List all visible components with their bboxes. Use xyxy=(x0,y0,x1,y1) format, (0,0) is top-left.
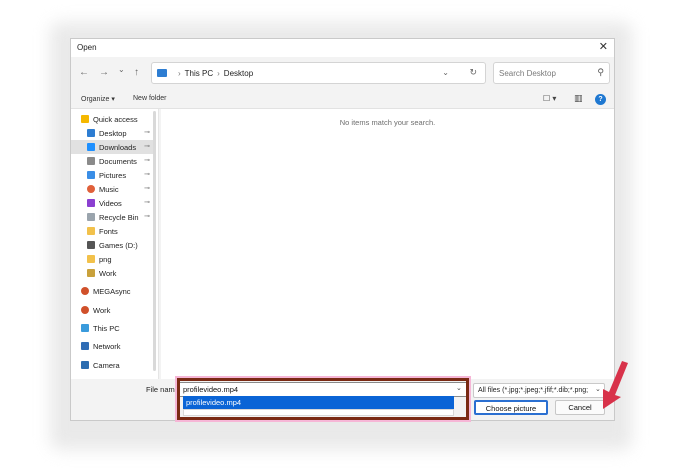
search-input[interactable]: Search Desktop xyxy=(499,69,556,78)
pin-icon: ⊸ xyxy=(144,185,150,192)
pin-icon: ⊸ xyxy=(144,199,150,206)
pin-icon: ⊸ xyxy=(144,213,150,220)
navigation-row: ← → ⌄ ↑ › This PC › Desktop ⌄ ↻ Search Desk… xyxy=(71,59,614,89)
back-arrow-icon[interactable]: ← xyxy=(79,67,89,78)
navigation-scrollbar[interactable] xyxy=(153,111,156,371)
pin-icon: ⊸ xyxy=(144,143,150,150)
sidebar-item-label: This PC xyxy=(93,324,120,333)
file-type-select[interactable]: All files (*.jpg;*.jpeg;*.jfif;*.dib;*.p… xyxy=(473,383,605,398)
breadcrumb-separator: › xyxy=(217,69,220,78)
folder-icon xyxy=(87,255,95,263)
folder-icon xyxy=(87,227,95,235)
sidebar-item-label: Pictures xyxy=(99,171,127,180)
open-file-dialog: Open ✕ ← → ⌄ ↑ › This PC › Desktop ⌄ ↻ Sear… xyxy=(70,38,628,422)
address-bar[interactable]: › This PC › Desktop ⌄ ↻ xyxy=(151,62,486,84)
organize-menu[interactable]: Organize ▾ xyxy=(81,95,115,103)
sidebar-item[interactable]: Recycle Bin ⊸ xyxy=(71,210,153,224)
highlight-box xyxy=(177,378,469,420)
sidebar-item[interactable]: Videos ⊸ xyxy=(71,196,153,210)
preview-pane-icon[interactable]: ▥ xyxy=(574,93,583,104)
user-folder-icon xyxy=(81,306,89,314)
sidebar-item-label: Videos xyxy=(99,199,122,208)
navigation-pane: Quick access Desktop ⊸ Downloads ⊸ Documents ⊸… xyxy=(71,109,159,379)
help-icon[interactable]: ? xyxy=(595,94,606,105)
sidebar-item[interactable]: Documents ⊸ xyxy=(71,154,153,168)
network-icon xyxy=(81,342,89,350)
breadcrumb-this-pc[interactable]: This PC xyxy=(185,69,213,78)
pin-icon: ⊸ xyxy=(144,157,150,164)
command-bar: Organize ▾ New folder ☐ ▾ ▥ ? xyxy=(71,91,614,109)
user-folder-icon xyxy=(81,287,89,295)
sidebar-item[interactable]: Music ⊸ xyxy=(71,182,153,196)
recycle-bin-icon xyxy=(87,213,95,221)
up-arrow-icon[interactable]: ↑ xyxy=(134,67,139,78)
sidebar-item[interactable]: Network xyxy=(71,339,153,353)
sidebar-item[interactable]: Desktop ⊸ xyxy=(71,126,153,140)
sidebar-item-label: Recycle Bin xyxy=(99,213,139,222)
sidebar-item[interactable]: Fonts xyxy=(71,224,153,238)
breadcrumb-separator: › xyxy=(178,69,181,78)
sidebar-item[interactable]: png xyxy=(71,252,153,266)
search-icon: ⚲ xyxy=(597,67,604,77)
search-box[interactable]: Search Desktop ⚲ xyxy=(493,62,610,84)
sidebar-item-label: Downloads xyxy=(99,143,137,152)
sidebar-item-label: Documents xyxy=(99,157,137,166)
sidebar-item[interactable]: MEGAsync xyxy=(71,284,153,298)
sidebar-item-label: MEGAsync xyxy=(93,287,131,296)
download-icon xyxy=(87,143,95,151)
drive-icon xyxy=(87,241,95,249)
close-icon[interactable]: ✕ xyxy=(599,40,608,53)
sidebar-item-label: Music xyxy=(99,185,119,194)
sidebar-item[interactable]: This PC xyxy=(71,321,153,335)
sidebar-item[interactable]: Work xyxy=(71,266,153,280)
sidebar-item-label: Network xyxy=(93,342,121,351)
pin-icon: ⊸ xyxy=(144,129,150,136)
new-folder-button[interactable]: New folder xyxy=(133,95,166,102)
sidebar-item[interactable]: Quick access xyxy=(71,112,153,126)
breadcrumb-desktop[interactable]: Desktop xyxy=(224,69,253,78)
computer-icon xyxy=(81,324,89,332)
sidebar-item[interactable]: Downloads ⊸ xyxy=(71,140,153,154)
sidebar-item[interactable]: Camera xyxy=(71,358,153,372)
view-options-icon[interactable]: ☐ ▾ xyxy=(543,94,556,103)
dialog-title: Open xyxy=(77,43,97,52)
star-icon xyxy=(81,115,89,123)
title-bar: Open ✕ xyxy=(71,39,614,57)
videos-icon xyxy=(87,199,95,207)
recent-locations-icon[interactable]: ⌄ xyxy=(118,65,125,74)
sidebar-item[interactable]: Pictures ⊸ xyxy=(71,168,153,182)
sidebar-item-label: Fonts xyxy=(99,227,118,236)
documents-icon xyxy=(87,157,95,165)
choose-picture-button[interactable]: Choose picture xyxy=(474,400,548,415)
chevron-down-icon[interactable]: ⌄ xyxy=(442,68,449,77)
folder-icon xyxy=(87,269,95,277)
sidebar-item-label: Desktop xyxy=(99,129,127,138)
forward-arrow-icon[interactable]: → xyxy=(99,67,109,78)
sidebar-item[interactable]: Games (D:) xyxy=(71,238,153,252)
camera-icon xyxy=(81,361,89,369)
breadcrumb: › This PC › Desktop xyxy=(174,69,253,78)
refresh-icon[interactable]: ↻ xyxy=(469,67,477,78)
sidebar-item-label: Work xyxy=(93,306,111,315)
sidebar-item[interactable]: Work xyxy=(71,303,153,317)
file-list-area[interactable]: No items match your search. xyxy=(161,109,614,379)
sidebar-item-label: Work xyxy=(99,269,117,278)
sidebar-item-label: png xyxy=(99,255,112,264)
arrow-pointer-icon xyxy=(603,361,628,409)
this-pc-icon xyxy=(157,69,167,77)
pin-icon: ⊸ xyxy=(144,171,150,178)
sidebar-item-label: Camera xyxy=(93,361,120,370)
music-icon xyxy=(87,185,95,193)
desktop-icon xyxy=(87,129,95,137)
sidebar-item-label: Games (D:) xyxy=(99,241,138,250)
sidebar-item-label: Quick access xyxy=(93,115,138,124)
pictures-icon xyxy=(87,171,95,179)
empty-message: No items match your search. xyxy=(339,118,436,127)
